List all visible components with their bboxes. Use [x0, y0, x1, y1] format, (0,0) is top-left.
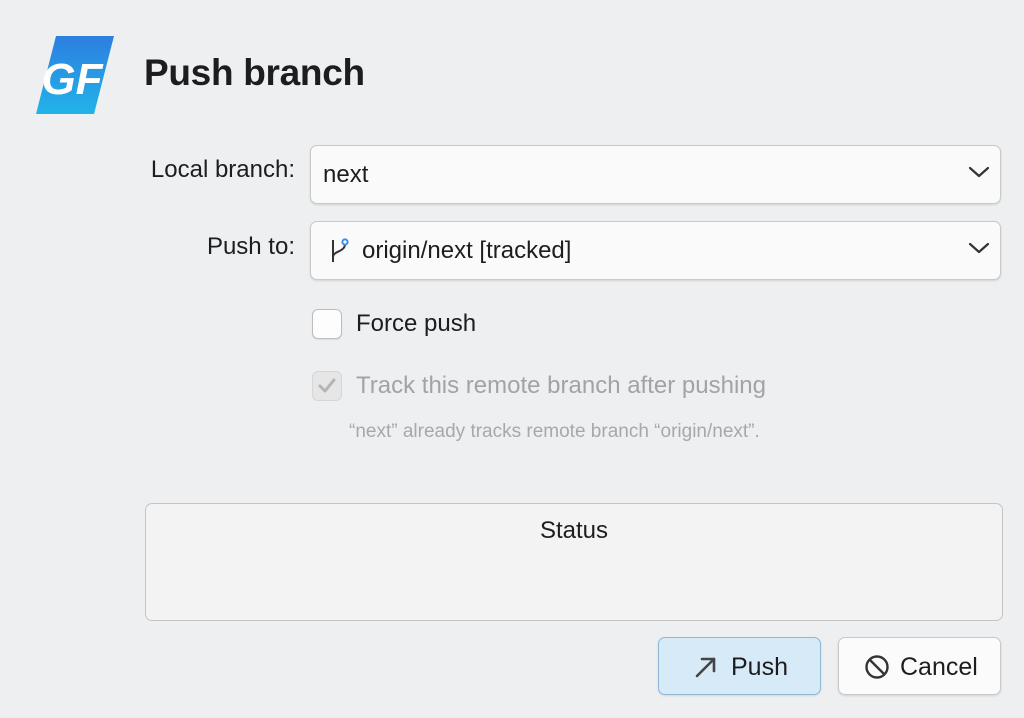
app-logo-icon: GF [36, 34, 116, 116]
status-panel: Status [145, 503, 1003, 621]
cancel-icon [865, 655, 889, 679]
push-button[interactable]: Push [658, 637, 821, 695]
push-button-label: Push [731, 653, 788, 681]
local-branch-value: next [323, 161, 369, 188]
cancel-button[interactable]: Cancel [838, 637, 1001, 695]
track-remote-hint: “next” already tracks remote branch “ori… [349, 421, 760, 442]
push-to-value: origin/next [tracked] [362, 237, 572, 264]
dialog-title: Push branch [144, 52, 365, 93]
force-push-checkbox[interactable] [312, 309, 342, 339]
push-to-select[interactable]: origin/next [tracked] [310, 221, 1001, 280]
push-to-label: Push to: [206, 233, 295, 260]
arrow-up-right-icon [695, 657, 716, 678]
track-remote-label[interactable]: Track this remote branch after pushing [356, 372, 766, 400]
chevron-down-icon [968, 166, 990, 178]
local-branch-label: Local branch: [150, 156, 295, 183]
local-branch-select[interactable]: next [310, 145, 1001, 204]
status-title: Status [539, 517, 609, 544]
branch-icon [332, 238, 349, 262]
cancel-button-label: Cancel [900, 653, 978, 681]
svg-text:GF: GF [41, 55, 103, 104]
checkmark-icon [318, 378, 336, 393]
chevron-down-icon [968, 242, 990, 254]
force-push-label[interactable]: Force push [356, 310, 476, 338]
track-remote-checkbox[interactable] [312, 371, 342, 401]
